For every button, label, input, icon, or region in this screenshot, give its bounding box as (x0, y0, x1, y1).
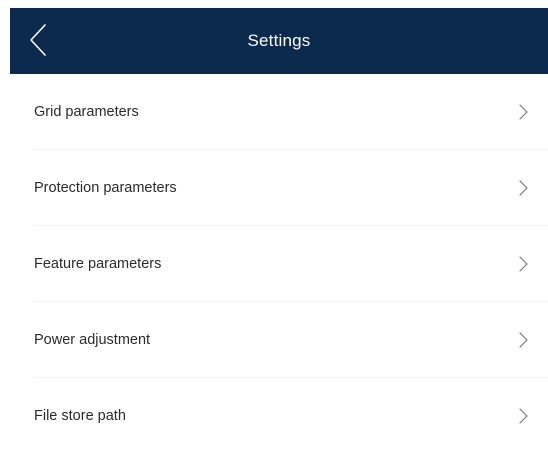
chevron-right-icon (519, 180, 528, 196)
settings-item-label: Power adjustment (34, 332, 151, 348)
settings-list: Grid parameters Protection parameters Fe… (10, 74, 548, 453)
settings-item-grid-parameters[interactable]: Grid parameters (10, 74, 548, 150)
chevron-right-icon (519, 408, 528, 424)
settings-item-power-adjustment[interactable]: Power adjustment (10, 302, 548, 378)
chevron-right-icon (519, 256, 528, 272)
settings-item-label: File store path (34, 408, 126, 424)
settings-item-file-store-path[interactable]: File store path (10, 378, 548, 453)
settings-item-label: Protection parameters (34, 180, 177, 196)
settings-item-feature-parameters[interactable]: Feature parameters (10, 226, 548, 302)
chevron-right-icon (519, 104, 528, 120)
page-title: Settings (247, 31, 311, 50)
settings-item-label: Feature parameters (34, 256, 162, 272)
back-button[interactable] (24, 20, 52, 60)
chevron-right-icon (519, 332, 528, 348)
settings-item-protection-parameters[interactable]: Protection parameters (10, 150, 548, 226)
settings-item-label: Grid parameters (34, 104, 139, 120)
app-header: Settings (10, 8, 548, 74)
settings-screen: Settings Grid parameters Protection para… (0, 0, 548, 453)
chevron-left-icon (30, 24, 46, 56)
